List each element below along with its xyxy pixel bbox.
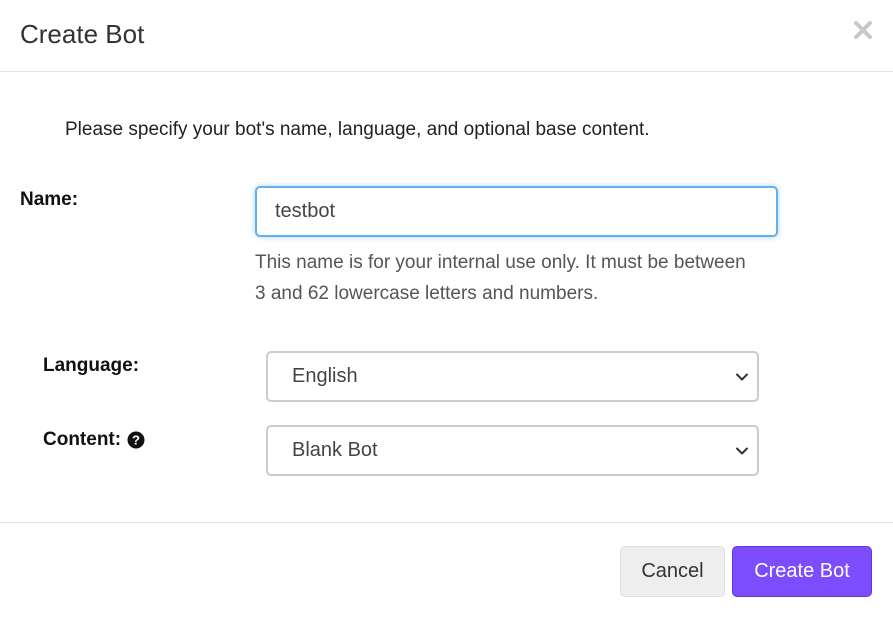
svg-text:?: ? — [132, 433, 140, 448]
language-select[interactable]: English — [266, 351, 759, 402]
create-bot-button[interactable]: Create Bot — [732, 546, 872, 597]
close-button[interactable] — [851, 18, 875, 42]
name-label: Name: — [20, 189, 79, 210]
intro-text: Please specify your bot's name, language… — [65, 119, 650, 140]
chevron-down-icon — [736, 447, 748, 455]
language-label: Language: — [43, 355, 140, 376]
dialog-body: Please specify your bot's name, language… — [0, 72, 893, 522]
dialog-title: Create Bot — [20, 19, 145, 49]
question-circle-icon[interactable]: ? — [127, 431, 145, 449]
name-help-text: This name is for your internal use only.… — [255, 252, 746, 304]
content-label: Content: — [43, 429, 122, 450]
content-label-group: Content: ? — [43, 428, 145, 452]
language-selected-value: English — [292, 365, 358, 387]
create-bot-dialog: Create Bot Please specify your bot's nam… — [0, 0, 893, 618]
dialog-header: Create Bot — [0, 0, 893, 72]
content-selected-value: Blank Bot — [292, 439, 378, 461]
bot-name-input[interactable] — [255, 186, 778, 237]
content-select[interactable]: Blank Bot — [266, 425, 759, 476]
chevron-down-icon — [736, 373, 748, 381]
dialog-footer: Cancel Create Bot — [0, 522, 893, 618]
cancel-button[interactable]: Cancel — [620, 546, 725, 597]
close-icon — [854, 21, 872, 39]
